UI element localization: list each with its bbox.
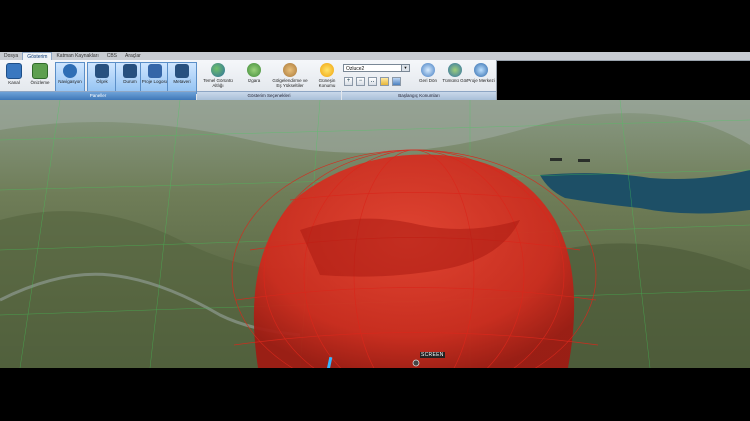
screen-label: SCREEN [420, 352, 445, 358]
navigasyon-button[interactable]: Navigasyon [55, 62, 85, 94]
globe-icon [211, 63, 225, 77]
status-icon [123, 64, 137, 78]
kanal-button[interactable]: Kanal [0, 62, 28, 92]
tab-araclar[interactable]: Araçlar [121, 52, 145, 60]
app-window: Dosya Gösterim Katman Kaynakları CBS Ara… [0, 52, 750, 368]
proje-logosu-label: Proje Logosu [141, 79, 169, 84]
zoom-icon [421, 63, 435, 77]
olcek-button[interactable]: Ölçek [87, 62, 117, 94]
group-paneller: Paneller [0, 91, 196, 100]
golgelendirme-label: Gölgelendirme ve Eş Yükseltiler [272, 78, 308, 88]
geri-don-label: Geri Dön [418, 78, 437, 83]
proje-merkezi-label: Proje Merkezi [467, 78, 495, 83]
sensor-marker-icon[interactable] [412, 359, 420, 367]
izgara-label: Izgara [247, 78, 261, 83]
kanal-label: Kanal [8, 80, 20, 85]
chevron-down-icon[interactable]: ▼ [401, 65, 409, 71]
terrain-scene [0, 100, 750, 368]
terrain-viewport[interactable]: SCREEN [0, 100, 750, 368]
save-icon[interactable] [392, 77, 401, 86]
golgelendirme-button[interactable]: Gölgelendirme ve Eş Yükseltiler [270, 62, 310, 92]
edit-location-button[interactable]: ‥ [368, 77, 377, 86]
preview-icon [32, 63, 48, 79]
letterbox-bottom [0, 368, 750, 421]
metaveri-button[interactable]: Metaveri [167, 62, 197, 94]
tumunu-gor-button[interactable]: Tümünü Gör [441, 62, 469, 92]
temel-goruntu-label: Temel Görüntü Altlığı [203, 78, 233, 88]
sun-icon [320, 63, 334, 77]
compass-icon [63, 64, 77, 78]
window-icon [6, 63, 22, 79]
logo-icon [148, 64, 162, 78]
proje-merkezi-button[interactable]: Proje Merkezi [467, 62, 495, 92]
location-select[interactable]: Ozluce2 ▼ [343, 64, 410, 72]
group-gosterim: Gösterim Seçenekleri [197, 91, 341, 100]
navigasyon-label: Navigasyon [58, 79, 82, 84]
metaveri-label: Metaveri [173, 79, 191, 84]
metadata-icon [175, 64, 189, 78]
onizleme-label: Önizleme [30, 80, 50, 85]
scale-icon [95, 64, 109, 78]
tab-dosya[interactable]: Dosya [0, 52, 22, 60]
group-baslangic: Başlangıç Konumları [342, 91, 496, 100]
remove-location-button[interactable]: − [356, 77, 365, 86]
pin-icon [474, 63, 488, 77]
grid-globe-icon [247, 63, 261, 77]
tumunu-gor-label: Tümünü Gör [442, 78, 468, 83]
globe-view-icon [448, 63, 462, 77]
add-location-button[interactable]: + [344, 77, 353, 86]
tab-cbs[interactable]: CBS [103, 52, 121, 60]
location-select-value: Ozluce2 [346, 66, 365, 72]
right-slope [560, 243, 750, 368]
folder-icon[interactable] [380, 77, 389, 86]
olcek-label: Ölçek [96, 79, 108, 84]
onizleme-button[interactable]: Önizleme [26, 62, 54, 92]
gunesin-konumu-button[interactable]: Güneşin Konumu [313, 62, 341, 92]
proje-logosu-button[interactable]: Proje Logosu [140, 62, 170, 94]
tab-katman-kaynaklari[interactable]: Katman Kaynakları [52, 52, 102, 60]
letterbox-top [0, 0, 750, 52]
geri-don-button[interactable]: Geri Dön [414, 62, 442, 92]
gunesin-konumu-label: Güneşin Konumu [318, 78, 336, 88]
contour-icon [283, 63, 297, 77]
temel-goruntu-button[interactable]: Temel Görüntü Altlığı [202, 62, 234, 92]
ribbon: Kanal Önizleme Navigasyon Ölçek Durum Pr… [0, 60, 497, 101]
izgara-button[interactable]: Izgara [240, 62, 268, 92]
